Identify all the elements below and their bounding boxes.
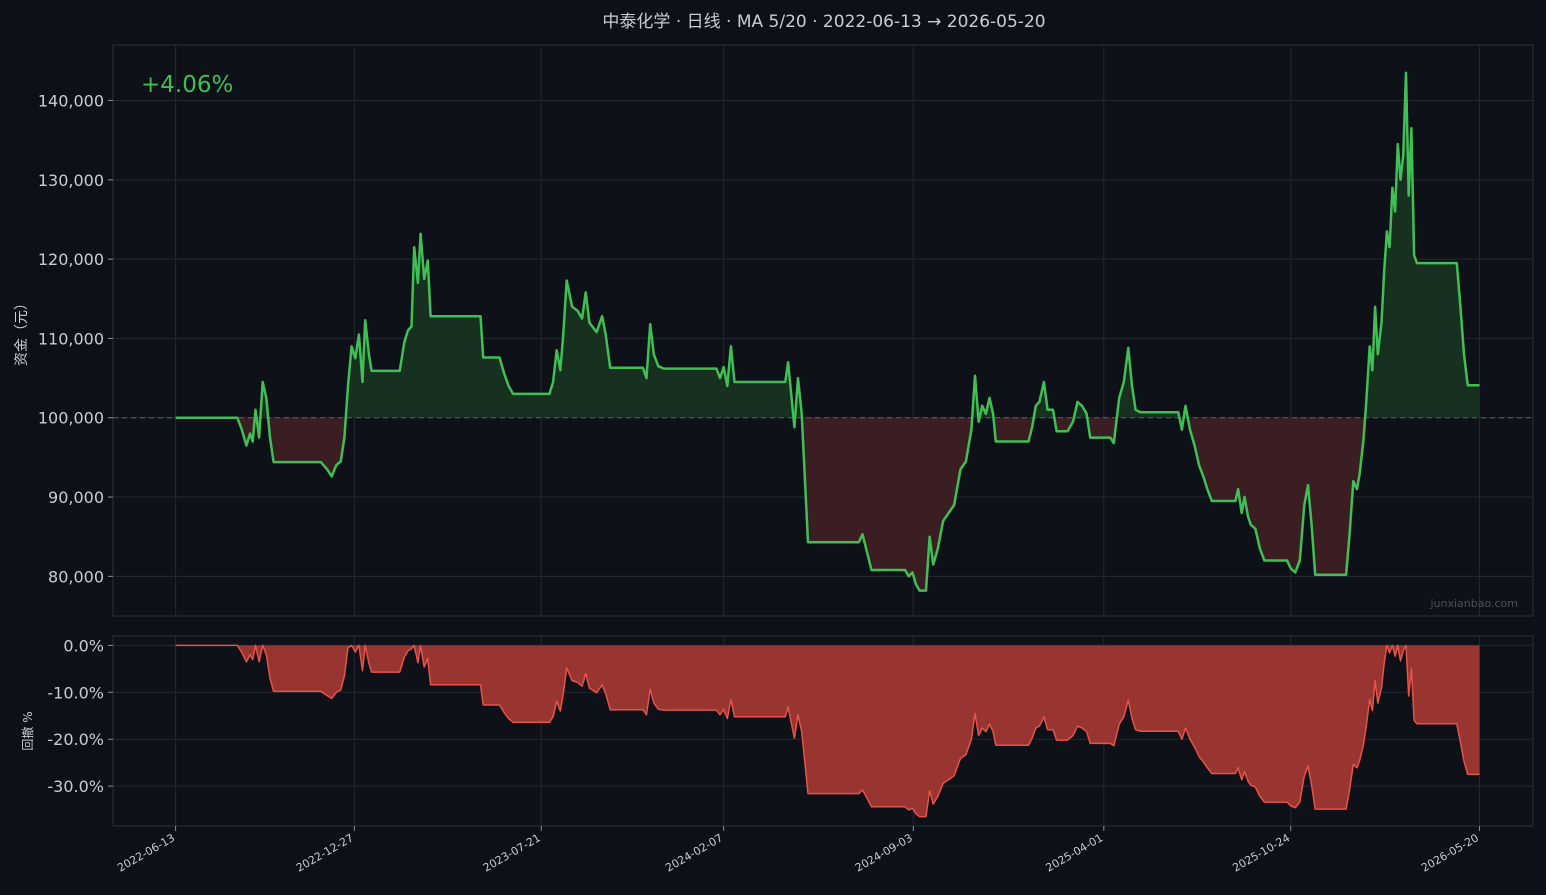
y-tick-label: -20.0% bbox=[47, 730, 104, 749]
total-return-annotation: +4.06% bbox=[141, 72, 233, 98]
y-tick-label: -30.0% bbox=[47, 777, 104, 796]
equity-y-axis-label: 资金（元） bbox=[14, 296, 30, 366]
y-tick-label: 80,000 bbox=[48, 567, 104, 586]
equity-panel: 80,000 90,000 100,000 110,000 120,000 130,000… bbox=[14, 44, 1534, 617]
y-tick-label: 0.0% bbox=[63, 636, 104, 655]
chart-title: 中泰化学 · 日线 · MA 5/20 · 2022-06-13 → 2026-… bbox=[602, 12, 1045, 32]
y-tick-label: -10.0% bbox=[47, 683, 104, 702]
watermark: junxianbao.com bbox=[1429, 597, 1518, 610]
drawdown-y-axis-label: 回撤 % bbox=[20, 711, 35, 750]
backtest-chart: 中泰化学 · 日线 · MA 5/20 · 2022-06-13 → 2026-… bbox=[0, 0, 1546, 895]
y-tick-label: 140,000 bbox=[38, 92, 104, 111]
y-tick-label: 110,000 bbox=[38, 329, 104, 348]
y-tick-label: 100,000 bbox=[38, 409, 104, 428]
y-tick-label: 130,000 bbox=[38, 171, 104, 190]
y-tick-label: 90,000 bbox=[48, 488, 104, 507]
y-tick-label: 120,000 bbox=[38, 250, 104, 269]
